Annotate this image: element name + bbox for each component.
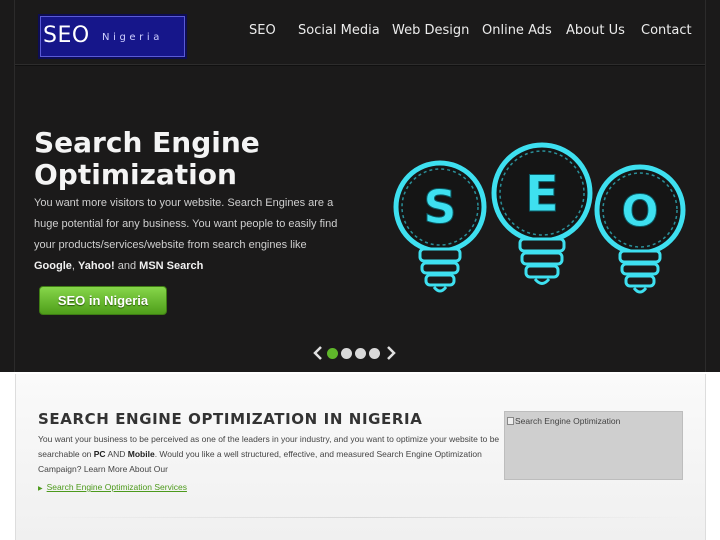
- section-text-pc: PC: [93, 449, 106, 459]
- header-divider: [15, 64, 705, 66]
- bulb-e: E: [491, 142, 593, 285]
- bulb-letter-o: O: [621, 186, 658, 237]
- slider-dot-4[interactable]: [369, 348, 380, 359]
- bulb-letter-e: E: [525, 165, 559, 223]
- seo-services-link[interactable]: ▶ Search Engine Optimization Services: [38, 482, 187, 492]
- slider-dot-3[interactable]: [355, 348, 366, 359]
- seo-image-placeholder: Search Engine Optimization: [504, 411, 683, 480]
- slider-dot-1[interactable]: [327, 348, 338, 359]
- page-edge-right: [705, 0, 706, 372]
- nav-link-web-design[interactable]: Web Design: [392, 23, 469, 41]
- hero-text-comma: ,: [71, 260, 75, 272]
- section-description: You want your business to be perceived a…: [38, 432, 500, 477]
- site-logo[interactable]: SEO Nigeria: [38, 14, 187, 59]
- bulb-s: S: [393, 160, 487, 293]
- chevron-left-icon[interactable]: [312, 345, 324, 361]
- hero-text-msn: MSN Search: [139, 260, 204, 272]
- logo-secondary-text: Nigeria: [102, 32, 163, 43]
- triangle-right-icon: ▶: [38, 486, 43, 492]
- slider-dot-2[interactable]: [341, 348, 352, 359]
- section-text-and: AND: [105, 449, 128, 459]
- hero-description: You want more visitors to your website. …: [34, 193, 340, 277]
- page-edge-left: [14, 0, 15, 372]
- nav-link-online-ads[interactable]: Online Ads: [482, 23, 552, 41]
- seo-in-nigeria-button[interactable]: SEO in Nigeria: [39, 286, 167, 315]
- nav-link-contact[interactable]: Contact: [641, 23, 692, 41]
- panel-divider: [38, 517, 684, 518]
- hero-text-and: and: [114, 260, 140, 272]
- seo-bulbs-illustration: S E O: [393, 142, 686, 294]
- section-title: SEARCH ENGINE OPTIMIZATION IN NIGERIA: [38, 410, 423, 428]
- hero-text-yahoo: Yahoo!: [78, 260, 115, 272]
- hero-text-google: Google: [34, 260, 72, 272]
- seo-image-alt-text: Search Engine Optimization: [515, 416, 621, 426]
- section-text-mobile: Mobile: [127, 449, 155, 459]
- nav-link-about-us[interactable]: About Us: [566, 23, 625, 41]
- chevron-right-icon[interactable]: [385, 345, 397, 361]
- hero-title: Search Engine Optimization: [34, 126, 260, 191]
- nav-link-social-media[interactable]: Social Media: [298, 23, 380, 41]
- bulb-letter-s: S: [423, 180, 456, 234]
- broken-image-icon: [507, 417, 514, 425]
- bulb-o: O: [594, 164, 686, 294]
- nav-link-seo[interactable]: SEO: [249, 23, 276, 41]
- seo-services-link-label: Search Engine Optimization Services: [46, 482, 187, 492]
- logo-primary-text: SEO: [43, 23, 90, 48]
- hero-text-intro: You want more visitors to your website. …: [34, 197, 338, 251]
